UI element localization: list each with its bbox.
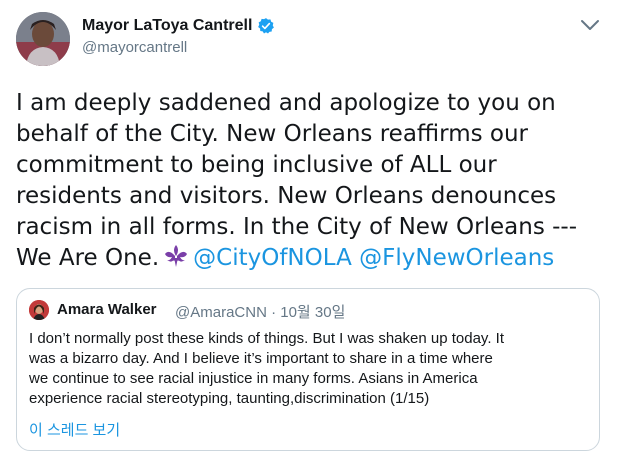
quoted-line: I don’t normally post these kinds of thi… (29, 330, 504, 347)
quoted-line: experience racial stereotyping, taunting… (29, 390, 430, 407)
tweet-body: I am deeply saddened and apologize to yo… (16, 88, 606, 274)
show-thread-link[interactable]: 이 스레드 보기 (29, 419, 120, 440)
quoted-author-avatar[interactable] (29, 300, 49, 320)
tweet-line: residents and visitors. New Orleans deno… (16, 183, 557, 209)
quoted-author-name[interactable]: Amara Walker (57, 301, 157, 318)
author-avatar[interactable] (16, 12, 70, 66)
tweet-line: I am deeply saddened and apologize to yo… (16, 90, 556, 116)
quoted-author-meta: @AmaraCNN · 10월 30일 (175, 304, 346, 321)
fleur-de-lis-icon (163, 243, 189, 269)
author-handle[interactable]: @mayorcantrell (82, 39, 187, 56)
quoted-line: was a bizarro day. And I believe it’s im… (29, 350, 493, 367)
tweet-line: behalf of the City. New Orleans reaffirm… (16, 121, 529, 147)
tweet-card: Mayor LaToya Cantrell @mayorcantrell I a… (0, 0, 620, 461)
quoted-tweet-body: I don’t normally post these kinds of thi… (29, 329, 591, 409)
verified-badge-icon (257, 17, 275, 35)
author-name[interactable]: Mayor LaToya Cantrell (82, 17, 252, 35)
mention-fly-new-orleans[interactable]: @FlyNewOrleans (359, 245, 554, 271)
more-options-icon[interactable] (578, 12, 602, 36)
tweet-last-line: We Are One. @CityOfNOLA @FlyNewOrleans (16, 243, 606, 274)
tweet-line: commitment to being inclusive of ALL our (16, 152, 497, 178)
mention-city-of-nola[interactable]: @CityOfNOLA (193, 245, 352, 271)
quoted-tweet[interactable]: Amara Walker @AmaraCNN · 10월 30일 I don’t… (16, 288, 600, 451)
tweet-line: racism in all forms. In the City of New … (16, 214, 578, 240)
quoted-line: we continue to see racial injustice in m… (29, 370, 478, 387)
tweet-line-text: We Are One. (16, 245, 160, 271)
